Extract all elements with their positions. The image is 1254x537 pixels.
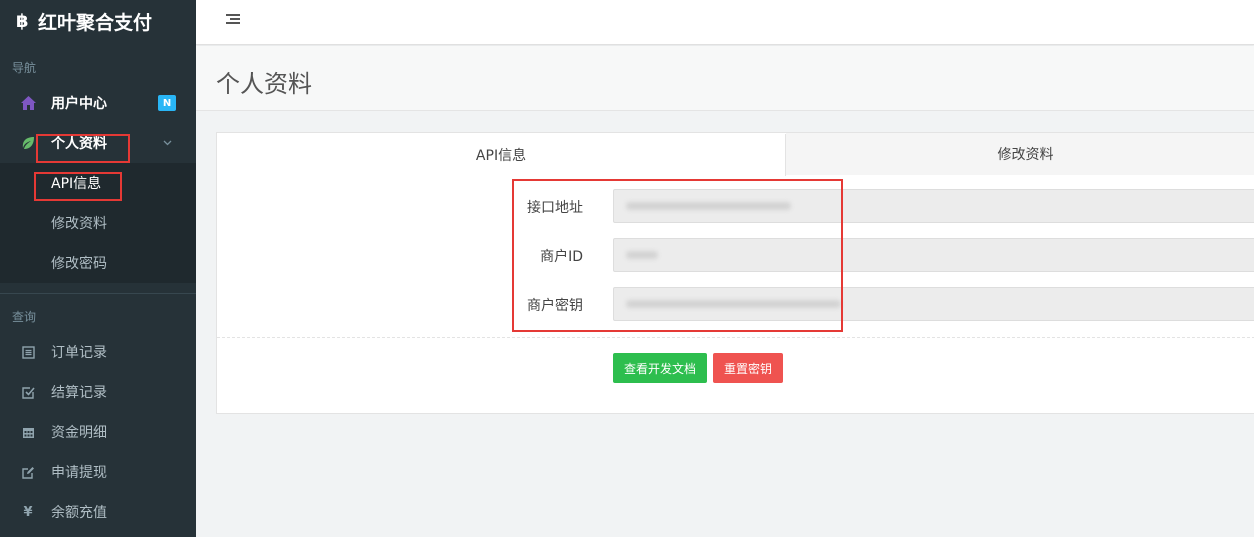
chevron-down-icon: [163, 136, 172, 149]
sidebar-subitem-edit-profile[interactable]: 修改资料: [0, 203, 196, 243]
yen-icon: ¥: [23, 504, 33, 520]
sidebar-subitem-change-password[interactable]: 修改密码: [0, 243, 196, 283]
sidebar-item-recharge[interactable]: ¥ 余额充值: [0, 492, 196, 532]
sidebar-item-label: 用户中心: [51, 96, 107, 112]
check-square-icon: [20, 384, 36, 400]
sidebar: ฿ 红叶聚合支付 导航 用户中心 N 个人资料 API信息 修改资料 修改密码 …: [0, 0, 196, 537]
new-badge: N: [158, 95, 176, 111]
edit-icon: [20, 464, 36, 480]
home-icon: [20, 95, 36, 111]
app-name: 红叶聚合支付: [38, 11, 153, 34]
page-title: 个人资料: [216, 70, 312, 98]
sidebar-item-settlements[interactable]: 结算记录: [0, 372, 196, 412]
view-docs-button[interactable]: 查看开发文档: [613, 353, 708, 383]
tab-edit-profile[interactable]: 修改资料: [786, 133, 1254, 175]
list-icon: [20, 344, 36, 360]
sidebar-item-label: 结算记录: [51, 385, 107, 401]
page-header: 个人资料: [196, 46, 1254, 111]
bitcoin-logo-icon: ฿: [16, 10, 29, 32]
highlight-box-api-info: [34, 172, 122, 201]
calendar-icon: [20, 424, 36, 440]
sidebar-item-label: 申请提现: [51, 465, 107, 481]
sidebar-item-label: 余额充值: [51, 505, 107, 521]
leaf-icon: [20, 135, 36, 151]
sidebar-item-user-center[interactable]: 用户中心 N: [0, 83, 196, 123]
highlight-box-form: [512, 179, 843, 332]
menu-toggle-icon[interactable]: [226, 14, 240, 26]
tab-api-info[interactable]: API信息: [217, 134, 786, 176]
sidebar-item-label: 订单记录: [51, 345, 107, 361]
sidebar-item-label: 资金明细: [51, 425, 107, 441]
sidebar-item-withdraw[interactable]: 申请提现: [0, 452, 196, 492]
sidebar-item-orders[interactable]: 订单记录: [0, 332, 196, 372]
highlight-box-profile: [36, 134, 130, 163]
reset-key-button[interactable]: 重置密钥: [713, 353, 784, 383]
form-divider: [217, 337, 1254, 338]
top-bar: [196, 0, 1254, 45]
brand[interactable]: ฿ 红叶聚合支付: [0, 0, 196, 42]
sidebar-item-fund-details[interactable]: 资金明细: [0, 412, 196, 452]
nav-section-label: 导航: [12, 61, 37, 75]
query-section-label: 查询: [12, 310, 37, 324]
tab-bar: API信息 修改资料: [217, 133, 1254, 176]
